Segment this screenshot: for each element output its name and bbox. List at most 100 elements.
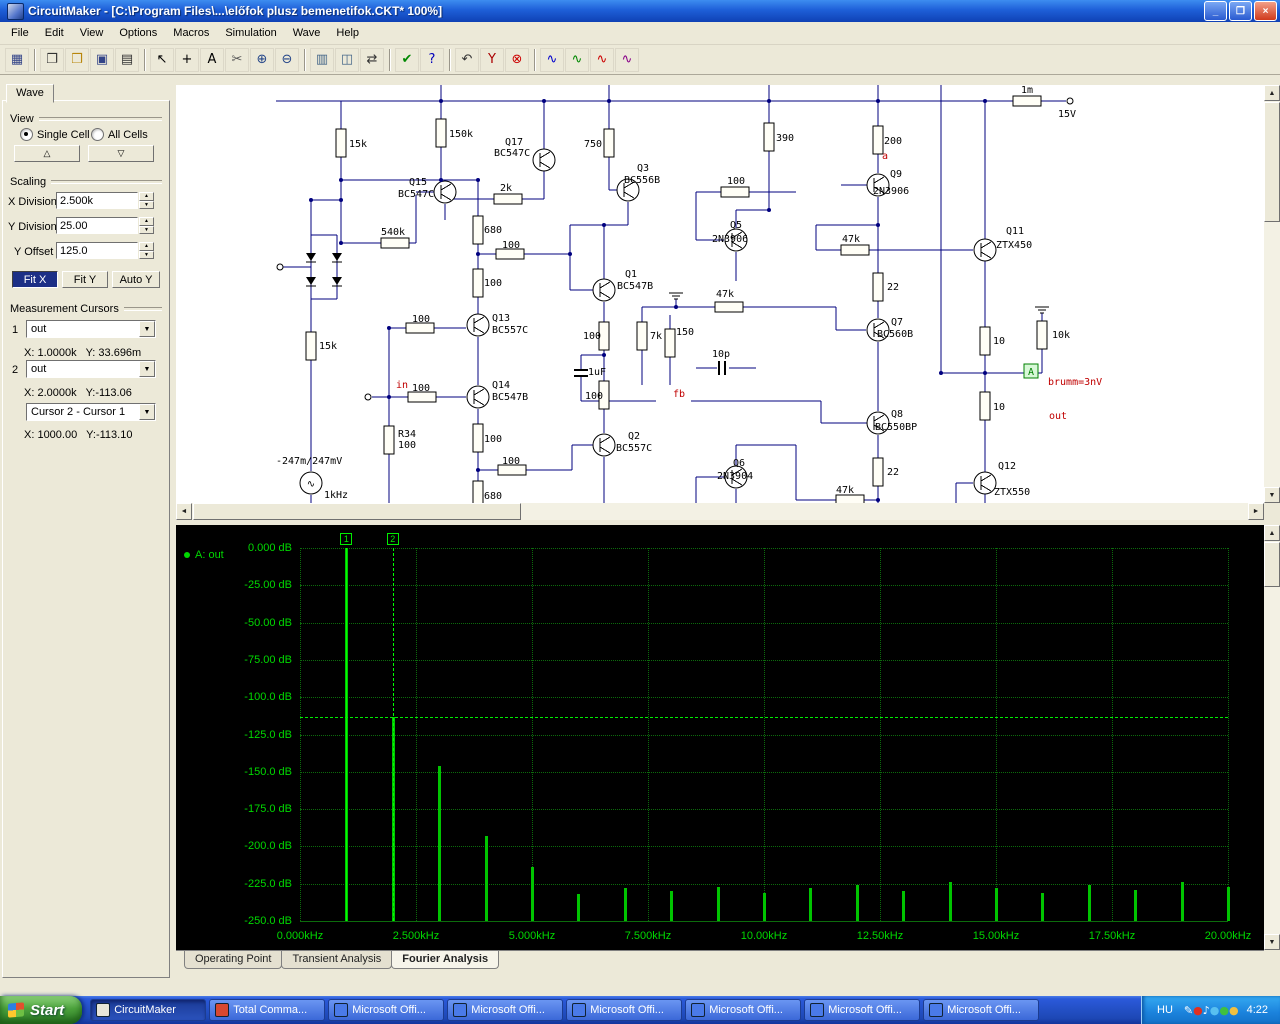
scroll-up-button[interactable]: △ (14, 145, 80, 162)
text-tool-icon[interactable]: A (200, 48, 224, 72)
x-division-input[interactable] (56, 192, 138, 209)
all-cells-radio[interactable]: All Cells (91, 128, 148, 141)
stop-simulation-icon[interactable]: ⊗ (505, 48, 529, 72)
language-indicator[interactable]: HU (1152, 1003, 1178, 1017)
menu-help[interactable]: Help (328, 24, 367, 42)
tab-operating-point[interactable]: Operating Point (184, 951, 282, 969)
y-division-input[interactable] (56, 217, 138, 234)
fit-x-button[interactable]: Fit X (12, 271, 58, 288)
volume-icon[interactable]: ♪ (1203, 1004, 1210, 1017)
print-icon[interactable]: ▤ (115, 48, 139, 72)
spin-down-icon[interactable]: ▼ (139, 201, 154, 210)
x-division-spinner[interactable]: ▲▼ (139, 192, 154, 209)
start-button[interactable]: Start (0, 996, 82, 1024)
task-button[interactable]: Microsoft Offi... (923, 999, 1039, 1021)
help-icon[interactable]: ? (420, 48, 444, 72)
minimize-button[interactable]: _ (1204, 1, 1227, 21)
new-file-icon[interactable]: ❐ (40, 48, 64, 72)
delete-tool-icon[interactable]: ✂ (225, 48, 249, 72)
scroll-left-arrow[interactable]: ◄ (176, 503, 192, 520)
dropdown-icon[interactable]: ▼ (139, 361, 155, 377)
scroll-thumb[interactable] (1264, 542, 1280, 587)
spin-up-icon[interactable]: ▲ (139, 192, 154, 201)
schematic-canvas[interactable]: ∿A15k150kQ17BC547C750Q3BC556B390200aQ92N… (176, 85, 1264, 503)
task-button[interactable]: CircuitMaker (90, 999, 206, 1021)
spectrum-bar (902, 891, 905, 921)
rotate-part-icon[interactable]: ⇄ (360, 48, 384, 72)
reset-icon[interactable]: ↶ (455, 48, 479, 72)
messenger-icon[interactable]: ● (1210, 1004, 1220, 1017)
save-icon[interactable]: ▣ (90, 48, 114, 72)
zoom-out-icon[interactable]: ⊖ (275, 48, 299, 72)
cursor-flag-2[interactable]: 2 (387, 533, 399, 545)
y-offset-input[interactable] (56, 242, 138, 259)
menu-options[interactable]: Options (111, 24, 165, 42)
place-part-icon[interactable]: + (175, 48, 199, 72)
menu-macros[interactable]: Macros (165, 24, 217, 42)
dropdown-icon[interactable]: ▼ (139, 321, 155, 337)
ac-analysis-icon[interactable]: ∿ (590, 48, 614, 72)
cursor-diff-select[interactable]: Cursor 2 - Cursor 1 ▼ (26, 403, 156, 421)
scroll-down-button[interactable]: ▽ (88, 145, 154, 162)
task-button[interactable]: Microsoft Offi... (685, 999, 801, 1021)
scroll-thumb[interactable] (1264, 102, 1280, 222)
spin-up-icon[interactable]: ▲ (139, 217, 154, 226)
menu-wave[interactable]: Wave (285, 24, 329, 42)
security-alert-icon[interactable]: ● (1193, 1004, 1203, 1017)
cursor-line-2[interactable] (393, 548, 394, 921)
wave-panel: Wave View Single Cell All Cells △ ▽ Scal… (0, 75, 176, 996)
tab-transient-analysis[interactable]: Transient Analysis (281, 951, 392, 969)
single-cell-radio[interactable]: Single Cell (20, 128, 90, 141)
open-file-icon[interactable]: ❒ (65, 48, 89, 72)
y-offset-spinner[interactable]: ▲▼ (139, 242, 154, 259)
update-icon[interactable]: ● (1229, 1004, 1239, 1017)
chart-vertical-scrollbar[interactable]: ▲ ▼ (1264, 525, 1280, 950)
auto-y-button[interactable]: Auto Y (112, 271, 160, 288)
arrow-tool-icon[interactable]: ↖ (150, 48, 174, 72)
scroll-down-arrow[interactable]: ▼ (1264, 934, 1280, 950)
scroll-up-arrow[interactable]: ▲ (1264, 525, 1280, 541)
task-button[interactable]: Microsoft Offi... (566, 999, 682, 1021)
menu-view[interactable]: View (72, 24, 112, 42)
part-browser-icon[interactable]: ◫ (335, 48, 359, 72)
zoom-in-icon[interactable]: ⊕ (250, 48, 274, 72)
wave-tab[interactable]: Wave (6, 84, 54, 103)
schematic-horizontal-scrollbar[interactable]: ◄ ► (176, 503, 1264, 520)
menu-file[interactable]: File (3, 24, 37, 42)
tab-fourier-analysis[interactable]: Fourier Analysis (391, 951, 499, 969)
cursor1-select[interactable]: out ▼ (26, 320, 156, 338)
close-button[interactable]: × (1254, 1, 1277, 21)
menu-edit[interactable]: Edit (37, 24, 72, 42)
scroll-right-arrow[interactable]: ► (1248, 503, 1264, 520)
probe-tool-icon[interactable]: Y (480, 48, 504, 72)
restore-button[interactable]: ❐ (1229, 1, 1252, 21)
schematic-vertical-scrollbar[interactable]: ▲ ▼ (1264, 85, 1280, 503)
waveforms-icon[interactable]: ∿ (540, 48, 564, 72)
cursor2-select[interactable]: out ▼ (26, 360, 156, 378)
antivirus-icon[interactable]: ● (1219, 1004, 1229, 1017)
menu-simulation[interactable]: Simulation (217, 24, 284, 42)
scroll-up-arrow[interactable]: ▲ (1264, 85, 1280, 101)
dropdown-icon[interactable]: ▼ (139, 404, 155, 420)
fit-y-button[interactable]: Fit Y (62, 271, 108, 288)
dc-analysis-icon[interactable]: ∿ (615, 48, 639, 72)
transient-setup-icon[interactable]: ∿ (565, 48, 589, 72)
check-rules-icon[interactable]: ✔ (395, 48, 419, 72)
cursor-flag-1[interactable]: 1 (340, 533, 352, 545)
find-part-icon[interactable]: ▥ (310, 48, 334, 72)
spin-up-icon[interactable]: ▲ (139, 242, 154, 251)
cursor-line-1[interactable] (346, 548, 347, 921)
schematic-board-icon[interactable]: ▦ (5, 48, 29, 72)
task-button[interactable]: Total Comma... (209, 999, 325, 1021)
spin-down-icon[interactable]: ▼ (139, 251, 154, 260)
y-division-spinner[interactable]: ▲▼ (139, 217, 154, 234)
scroll-down-arrow[interactable]: ▼ (1264, 487, 1280, 503)
svg-text:Q3: Q3 (637, 163, 649, 174)
pen-icon[interactable]: ✎ (1184, 1004, 1193, 1017)
task-button[interactable]: Microsoft Offi... (328, 999, 444, 1021)
scroll-thumb[interactable] (193, 503, 521, 520)
spin-down-icon[interactable]: ▼ (139, 226, 154, 235)
task-button[interactable]: Microsoft Offi... (804, 999, 920, 1021)
task-button[interactable]: Microsoft Offi... (447, 999, 563, 1021)
task-icon (810, 1003, 824, 1017)
